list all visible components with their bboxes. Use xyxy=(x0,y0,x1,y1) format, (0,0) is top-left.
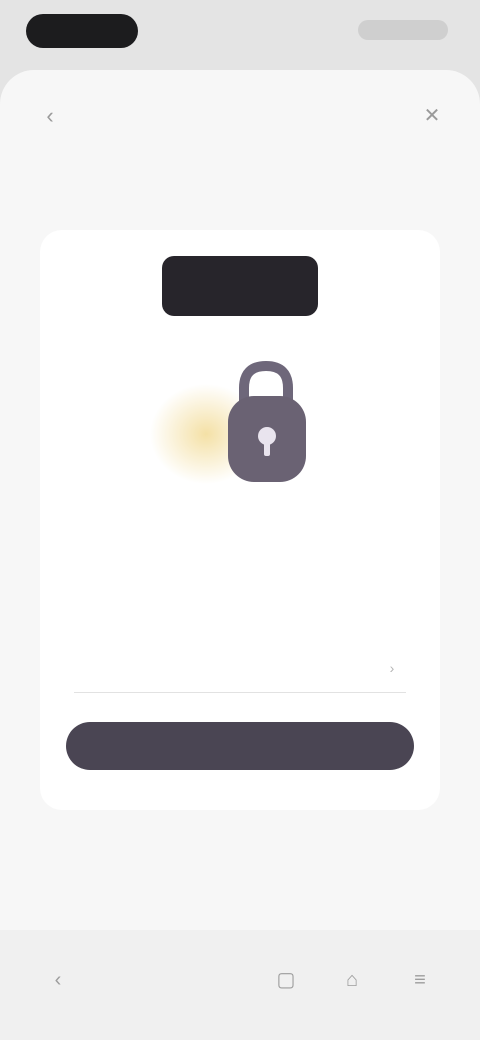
primary-button[interactable] xyxy=(66,722,414,770)
home-icon[interactable]: ⌂ xyxy=(338,966,366,994)
browser-bottom-bar: ‹ ▢ ⌂ ≡ xyxy=(0,930,480,1040)
input-row[interactable]: › xyxy=(74,648,406,693)
lock-illustration xyxy=(150,360,306,484)
chevron-right-icon[interactable]: › xyxy=(382,658,402,678)
menu-icon[interactable]: ≡ xyxy=(406,966,434,994)
status-indicators xyxy=(358,20,448,40)
chevron-left-icon[interactable]: ‹ xyxy=(38,104,62,128)
sheet-header: ‹ ✕ xyxy=(0,70,480,162)
card-headline xyxy=(80,494,400,518)
back-icon[interactable]: ‹ xyxy=(44,966,72,994)
status-bar xyxy=(0,0,480,64)
field-label xyxy=(74,622,274,642)
modal-sheet: ‹ ✕ › xyxy=(0,70,480,1040)
sheet-title xyxy=(120,102,360,130)
tabs-icon[interactable]: ▢ xyxy=(272,966,300,994)
text-field[interactable] xyxy=(84,654,368,686)
card-description xyxy=(60,530,420,610)
close-icon[interactable]: ✕ xyxy=(420,104,444,128)
status-time-pill xyxy=(26,14,138,48)
brand-wordmark xyxy=(162,256,318,316)
